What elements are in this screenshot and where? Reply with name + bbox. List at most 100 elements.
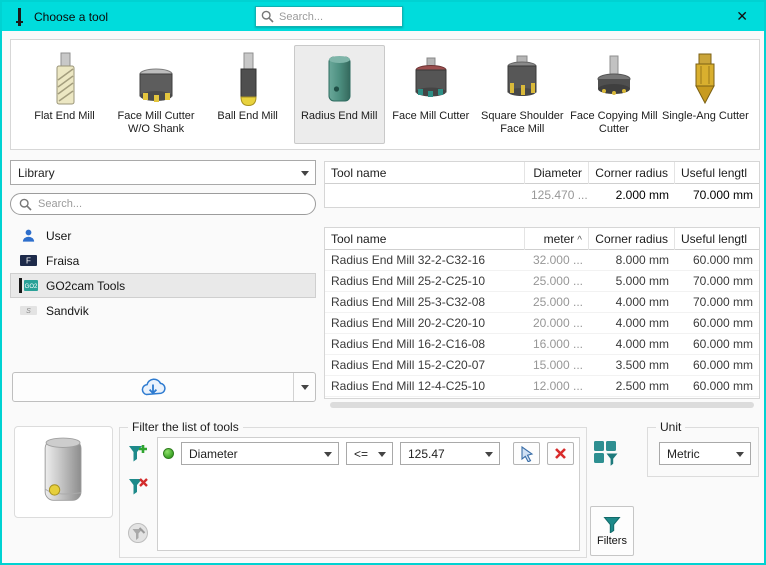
tool-type-face-mill-cutter[interactable]: Face Mill Cutter: [385, 45, 476, 144]
apply-filter-to-list-button[interactable]: [591, 439, 621, 469]
col-header-tool-name[interactable]: Tool name: [325, 162, 525, 184]
tool-row[interactable]: Radius End Mill 32-2-C32-16 32.000 ... 8…: [325, 250, 759, 271]
tool-type-face-mill-wo-shank[interactable]: Face Mill Cutter W/O Shank: [111, 45, 202, 144]
library-item-label: Sandvik: [46, 304, 89, 318]
tool-row[interactable]: Radius End Mill 16-2-C16-08 16.000 ... 4…: [325, 334, 759, 355]
col-header-tool-name[interactable]: Tool name: [325, 228, 525, 250]
cell-tool-name: Radius End Mill 25-3-C32-08: [325, 295, 525, 309]
cell-corner-radius: 2.500 mm: [589, 379, 675, 393]
col-header-diameter[interactable]: Diameter: [525, 162, 589, 184]
remove-filter-row-button[interactable]: [547, 442, 574, 465]
library-combo[interactable]: Library: [10, 160, 316, 185]
col-header-useful-length[interactable]: Useful lengtl: [675, 228, 759, 250]
download-library-button[interactable]: [13, 373, 293, 401]
horizontal-scrollbar[interactable]: [324, 401, 760, 409]
cell-useful-length: 60.000 mm: [675, 358, 759, 372]
library-item-user[interactable]: User: [10, 223, 316, 248]
svg-text:S: S: [26, 308, 31, 315]
library-item-sandvik[interactable]: S Sandvik: [10, 298, 316, 323]
filters-button[interactable]: Filters: [590, 506, 634, 556]
tool-type-label: Radius End Mill: [301, 110, 377, 123]
cell-useful-length: 70.000 mm: [675, 295, 759, 309]
titlebar: Choose a tool ✕: [2, 2, 764, 31]
delete-filter-icon: [127, 475, 149, 497]
filter-list-panel: Diameter <= 125.47: [157, 437, 580, 551]
cell-corner-radius: 4.000 mm: [589, 295, 675, 309]
library-search-input[interactable]: [38, 198, 307, 210]
col-header-diameter[interactable]: meter^: [525, 228, 589, 250]
tool-type-label: Ball End Mill: [217, 110, 278, 123]
cell-tool-name: Radius End Mill 32-2-C32-16: [325, 253, 525, 267]
tool-type-flat-end-mill[interactable]: Flat End Mill: [19, 45, 110, 144]
col-header-useful-length[interactable]: Useful lengtl: [675, 162, 759, 184]
filter-operator-combo[interactable]: <=: [346, 442, 393, 465]
current-tool-table-header: Tool name Diameter Corner radius Useful …: [325, 162, 759, 184]
titlebar-search-input[interactable]: [279, 11, 402, 23]
cell-diameter: 25.000 ...: [525, 295, 589, 309]
pick-value-button[interactable]: [513, 442, 540, 465]
window-title: Choose a tool: [34, 10, 108, 24]
cell-diameter: 16.000 ...: [525, 337, 589, 351]
current-tool-row[interactable]: 125.470 ... 2.000 mm 70.000 mm: [325, 184, 759, 206]
current-tool-table: Tool name Diameter Corner radius Useful …: [324, 161, 760, 208]
tool-type-ball-end-mill[interactable]: Ball End Mill: [202, 45, 293, 144]
filter-value: 125.47: [408, 447, 445, 461]
filters-button-label: Filters: [597, 535, 627, 547]
col-header-corner-radius[interactable]: Corner radius: [589, 228, 675, 250]
tool-type-radius-end-mill[interactable]: Radius End Mill: [294, 45, 385, 144]
tool-type-face-copying-mill-cutter[interactable]: Face Copying Mill Cutter: [568, 45, 659, 144]
download-options-dropdown[interactable]: [293, 373, 315, 401]
tool-type-single-angle-cutter[interactable]: Single-Ang Cutter: [660, 45, 751, 144]
filter-value-combo[interactable]: 125.47: [400, 442, 500, 465]
tool-type-strip: Flat End Mill Face Mill Cutter W/O Shank…: [10, 39, 760, 150]
cell-useful-length: 60.000 mm: [675, 337, 759, 351]
chevron-down-icon: [736, 452, 744, 457]
square-shoulder-face-mill-icon: [500, 48, 544, 108]
cell-diameter: 25.000 ...: [525, 274, 589, 288]
choose-a-tool-dialog: Choose a tool ✕ Flat End Mill Face Mill …: [0, 0, 766, 565]
unit-combo[interactable]: Metric: [659, 442, 751, 465]
grid-filter-icon: [593, 440, 619, 466]
chevron-down-icon: [301, 385, 309, 390]
library-item-label: GO2cam Tools: [46, 279, 125, 293]
library-list: User F Fraisa GO2 GO2cam Tools S Sandvik: [10, 223, 316, 323]
ball-end-mill-icon: [226, 48, 270, 108]
sandvik-logo-icon: S: [18, 302, 38, 319]
cloud-download-icon: [139, 377, 167, 398]
sort-ascending-icon: ^: [577, 235, 582, 246]
disable-filters-button[interactable]: [125, 520, 151, 546]
cell-tool-name: Radius End Mill 12-4-C25-10: [325, 379, 525, 393]
tool-type-label: Square Shoulder Face Mill: [478, 110, 567, 136]
close-button[interactable]: ✕: [728, 2, 756, 31]
cell-tool-name: Radius End Mill 16-2-C16-08: [325, 337, 525, 351]
library-combo-value: Library: [18, 166, 55, 180]
add-filter-button[interactable]: [125, 440, 151, 466]
horizontal-scrollbar-thumb[interactable]: [330, 402, 754, 408]
tool-row[interactable]: Radius End Mill 25-3-C32-08 25.000 ... 4…: [325, 292, 759, 313]
cell-diameter: 12.000 ...: [525, 379, 589, 393]
library-item-go2cam-tools[interactable]: GO2 GO2cam Tools: [10, 273, 316, 298]
chevron-down-icon: [378, 452, 386, 457]
tool-type-label: Face Mill Cutter W/O Shank: [112, 110, 201, 136]
tool-row[interactable]: Radius End Mill 15-2-C20-07 15.000 ... 3…: [325, 355, 759, 376]
col-header-corner-radius[interactable]: Corner radius: [589, 162, 675, 184]
cell-corner-radius: 5.000 mm: [589, 274, 675, 288]
cell-useful-length: 60.000 mm: [675, 253, 759, 267]
red-x-icon: [554, 447, 567, 460]
disabled-filter-icon: [127, 522, 149, 544]
tool-preview-image: [31, 432, 97, 512]
library-item-label: User: [46, 229, 71, 243]
library-item-fraisa[interactable]: F Fraisa: [10, 248, 316, 273]
tool-row[interactable]: Radius End Mill 12-4-C25-10 12.000 ... 2…: [325, 376, 759, 397]
delete-filter-button[interactable]: [125, 473, 151, 499]
svg-text:GO2: GO2: [24, 284, 37, 290]
tool-type-square-shoulder-face-mill[interactable]: Square Shoulder Face Mill: [477, 45, 568, 144]
filter-field-combo[interactable]: Diameter: [181, 442, 339, 465]
fraisa-logo-icon: F: [18, 252, 38, 269]
cell-corner-radius: 4.000 mm: [589, 337, 675, 351]
tool-row[interactable]: Radius End Mill 25-2-C25-10 25.000 ... 5…: [325, 271, 759, 292]
search-icon: [19, 198, 32, 211]
filter-active-indicator: [163, 448, 174, 459]
tool-row[interactable]: Radius End Mill 20-2-C20-10 20.000 ... 4…: [325, 313, 759, 334]
cell-corner-radius: 3.500 mm: [589, 358, 675, 372]
